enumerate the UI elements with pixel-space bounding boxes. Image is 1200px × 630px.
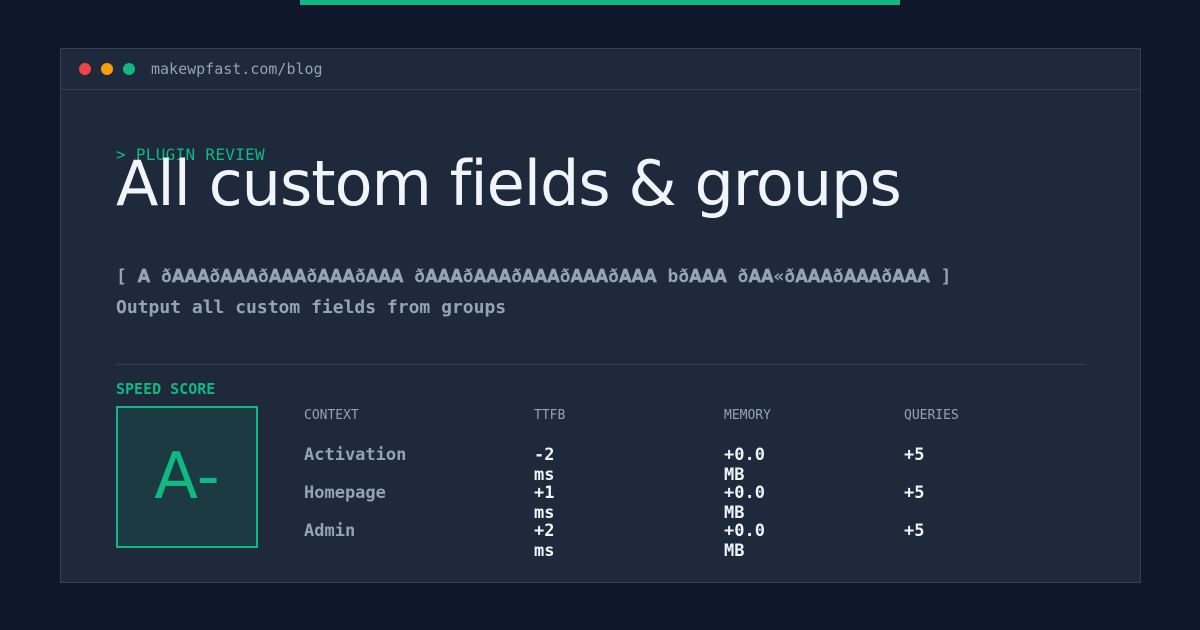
row-activation-context: Activation — [304, 445, 407, 465]
row-activation-ttfb: -2 ms — [534, 445, 555, 485]
header-queries: QUERIES — [904, 408, 959, 423]
close-dot-icon[interactable] — [79, 63, 91, 75]
row-admin-context: Admin — [304, 521, 356, 541]
window-titlebar: makewpfast.com/blog — [61, 49, 1140, 90]
url-text: makewpfast.com/blog — [151, 60, 323, 78]
row-homepage-context: Homepage — [304, 483, 386, 503]
row-homepage-queries: +5 — [904, 483, 925, 503]
description-line-2: Output all custom fields from groups — [116, 297, 507, 318]
row-homepage-memory: +0.0 MB — [724, 483, 765, 523]
divider — [116, 364, 1086, 365]
maximize-dot-icon[interactable] — [123, 63, 135, 75]
row-homepage-ttfb: +1 ms — [534, 483, 555, 523]
row-admin-memory: +0.0 MB — [724, 521, 765, 561]
top-accent-bar — [300, 0, 900, 5]
minimize-dot-icon[interactable] — [101, 63, 113, 75]
page-title: All custom fields & groups — [116, 147, 902, 220]
row-activation-memory: +0.0 MB — [724, 445, 765, 485]
header-memory: MEMORY — [724, 408, 771, 423]
row-activation-queries: +5 — [904, 445, 925, 465]
browser-window: makewpfast.com/blog > PLUGIN REVIEW All … — [60, 48, 1141, 583]
speed-score-label: SPEED SCORE — [116, 380, 216, 398]
header-ttfb: TTFB — [534, 408, 566, 423]
grade-value: A- — [154, 440, 220, 514]
row-admin-ttfb: +2 ms — [534, 521, 555, 561]
description-line-1: [ 𝐀 ð𝐀𝐀𝐀ð𝐀𝐀𝐀ð𝐀𝐀𝐀ð𝐀𝐀𝐀ð𝐀𝐀𝐀 ð𝐀𝐀𝐀ð𝐀𝐀𝐀ð𝐀𝐀𝐀ð𝐀𝐀… — [116, 266, 952, 287]
grade-badge: A- — [116, 406, 258, 548]
description: [ 𝐀 ð𝐀𝐀𝐀ð𝐀𝐀𝐀ð𝐀𝐀𝐀ð𝐀𝐀𝐀ð𝐀𝐀𝐀 ð𝐀𝐀𝐀ð𝐀𝐀𝐀ð𝐀𝐀𝐀ð𝐀𝐀… — [116, 261, 952, 323]
row-admin-queries: +5 — [904, 521, 925, 541]
header-context: CONTEXT — [304, 408, 359, 423]
